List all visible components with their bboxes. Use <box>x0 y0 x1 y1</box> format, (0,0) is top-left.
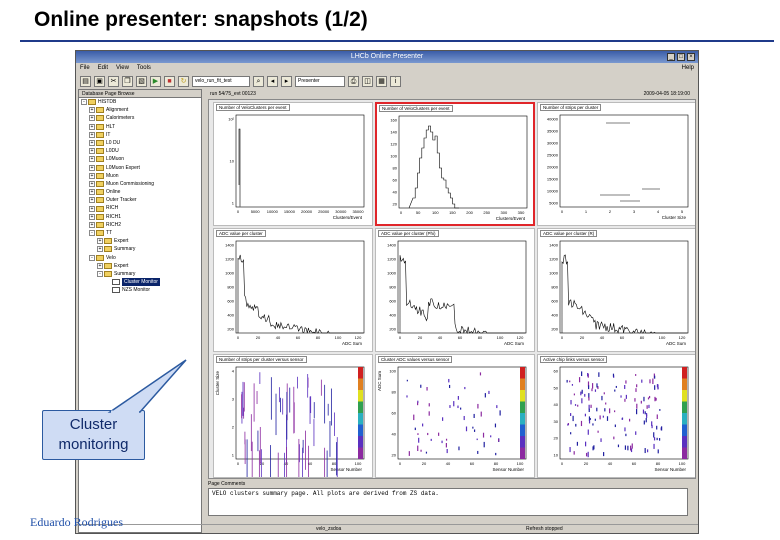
callout-pointer <box>107 359 187 414</box>
plot-title: Cluster ADC values versus sensor <box>378 356 453 363</box>
plot-title: ADC value per cluster (Phi) <box>378 230 439 237</box>
plot-title: ADC value per cluster <box>216 230 266 237</box>
plot-title: Number of strips per cluster versus sens… <box>216 356 307 363</box>
plot-title: Number of VeloClusters per event <box>216 104 290 111</box>
plot-title: Number of VeloClusters per event <box>379 105 453 112</box>
plot-title: ADC value per cluster (R) <box>540 230 598 237</box>
footer-author: Eduardo Rodrigues <box>30 515 123 529</box>
plot-title: Number of strips per cluster <box>540 104 602 111</box>
plot-title: Active chip links versus sensor <box>540 356 608 363</box>
